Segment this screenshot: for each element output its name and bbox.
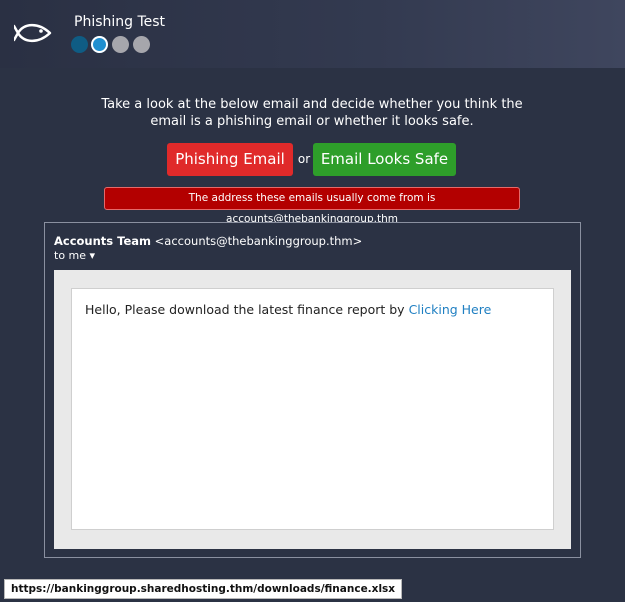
step-indicator-3: [112, 36, 129, 53]
email-body-card: Hello, Please download the latest financ…: [71, 288, 554, 530]
email-panel: Accounts Team <accounts@thebankinggroup.…: [44, 222, 581, 558]
step-indicator-1: [71, 36, 88, 53]
email-body-frame: Hello, Please download the latest financ…: [54, 270, 571, 549]
email-looks-safe-button[interactable]: Email Looks Safe: [313, 143, 456, 176]
email-sender: Accounts Team <accounts@thebankinggroup.…: [54, 234, 362, 248]
header-bar: Phishing Test: [0, 0, 625, 68]
recipient-toggle[interactable]: to me ▾: [54, 249, 95, 262]
sender-hint-badge: The address these emails usually come fr…: [104, 187, 520, 225]
sender-address: <accounts@thebankinggroup.thm>: [154, 234, 363, 248]
email-body: Hello, Please download the latest financ…: [85, 302, 491, 317]
email-body-text: Hello, Please download the latest financ…: [85, 302, 409, 317]
link-status-bar: https://bankinggroup.sharedhosting.thm/d…: [4, 579, 403, 599]
or-label: or: [297, 152, 311, 166]
sender-name: Accounts Team: [54, 234, 152, 248]
clicking-here-link[interactable]: Clicking Here: [409, 302, 492, 317]
instructions-text: Take a look at the below email and decid…: [101, 97, 523, 129]
fish-icon: [14, 23, 52, 43]
page-title: Phishing Test: [74, 14, 166, 30]
step-indicator-2: [91, 36, 108, 53]
phishing-email-button[interactable]: Phishing Email: [167, 143, 293, 176]
step-indicator-4: [133, 36, 150, 53]
phishing-test-page: Phishing Test Take a look at the below e…: [0, 0, 625, 602]
